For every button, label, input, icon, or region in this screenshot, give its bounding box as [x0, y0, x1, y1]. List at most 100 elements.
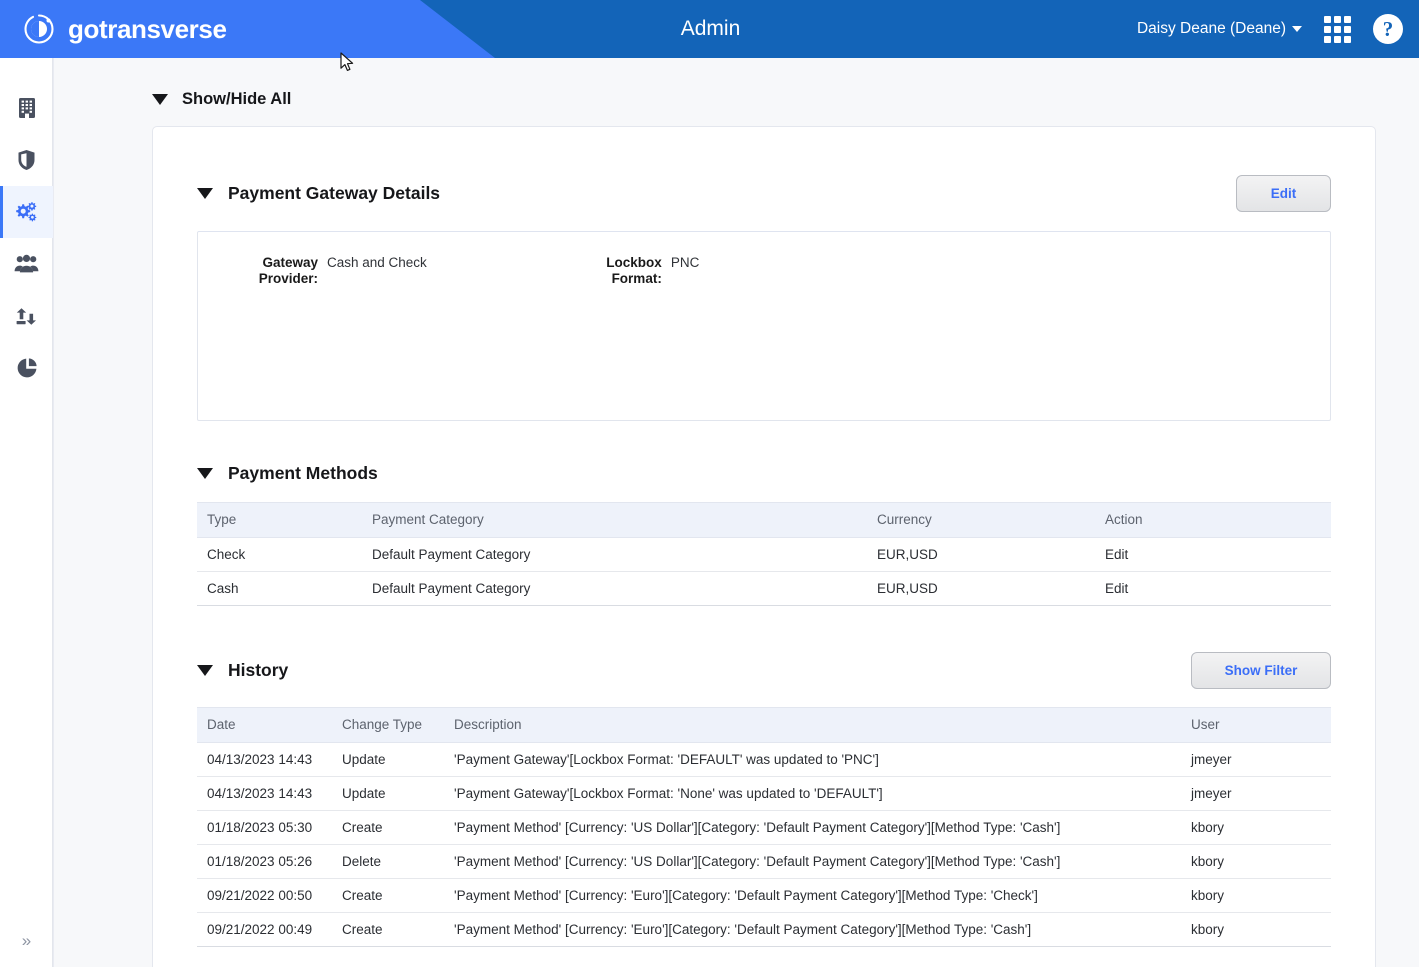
lockbox-format-label: Lockbox Format: — [606, 255, 662, 286]
column-header-currency[interactable]: Currency — [867, 502, 1095, 538]
sidebar-item-company[interactable] — [0, 82, 53, 134]
edit-gateway-button[interactable]: Edit — [1236, 175, 1331, 212]
triangle-down-icon — [197, 665, 213, 676]
payment-gateway-toggle[interactable]: Payment Gateway Details — [197, 183, 440, 204]
exchange-arrows-icon — [15, 306, 38, 327]
cell-user: kbory — [1181, 844, 1331, 879]
history-section-header: History Show Filter — [197, 606, 1331, 689]
payment-methods-body: Check Default Payment Category EUR,USD E… — [197, 537, 1331, 606]
show-filter-button[interactable]: Show Filter — [1191, 652, 1331, 689]
triangle-down-icon — [197, 468, 213, 479]
left-nav-sidebar: » — [0, 58, 53, 967]
cell-type: Check — [197, 537, 362, 572]
payment-methods-toggle[interactable]: Payment Methods — [197, 463, 378, 484]
column-header-date[interactable]: Date — [197, 707, 332, 743]
chevron-down-icon — [1292, 26, 1302, 32]
brand-name: gotransverse — [68, 13, 227, 44]
table-row: 04/13/2023 14:43 Update 'Payment Gateway… — [197, 742, 1331, 777]
users-icon — [14, 254, 39, 274]
user-menu-label: Daisy Deane (Deane) — [1136, 20, 1286, 37]
cell-user: jmeyer — [1181, 776, 1331, 811]
main-content-area: Show/Hide All Payment Gateway Details Ed… — [53, 58, 1421, 967]
table-row: 01/18/2023 05:26 Delete 'Payment Method'… — [197, 844, 1331, 879]
history-body: 04/13/2023 14:43 Update 'Payment Gateway… — [197, 742, 1331, 947]
cell-user: kbory — [1181, 810, 1331, 845]
cell-description: 'Payment Gateway'[Lockbox Format: 'None'… — [444, 776, 1181, 811]
sidebar-expand-button[interactable]: » — [0, 923, 53, 959]
lockbox-format-value: PNC — [670, 255, 700, 270]
cell-description: 'Payment Method' [Currency: 'Euro'][Cate… — [444, 912, 1181, 947]
sidebar-item-transactions[interactable] — [0, 290, 53, 342]
sidebar-item-settings[interactable] — [0, 186, 53, 238]
gateway-provider-label: Gateway Provider: — [258, 255, 318, 286]
cell-user: jmeyer — [1181, 742, 1331, 777]
cell-currency: EUR,USD — [867, 571, 1095, 606]
cell-description: 'Payment Method' [Currency: 'US Dollar']… — [444, 844, 1181, 879]
brand-logo[interactable]: gotransverse — [22, 0, 227, 58]
column-header-description[interactable]: Description — [444, 707, 1181, 743]
cell-category: Default Payment Category — [362, 537, 867, 572]
table-row: 09/21/2022 00:50 Create 'Payment Method'… — [197, 878, 1331, 913]
history-table: Date Change Type Description User 04/13/… — [197, 707, 1331, 947]
cell-date: 04/13/2023 14:43 — [197, 742, 332, 777]
triangle-down-icon — [197, 188, 213, 199]
cell-change-type: Create — [332, 810, 444, 845]
gotransverse-circle-logo-icon — [22, 12, 56, 46]
pie-chart-icon — [16, 357, 38, 379]
cell-type: Cash — [197, 571, 362, 606]
gateway-provider-value: Cash and Check — [327, 255, 427, 270]
edit-payment-method-link[interactable]: Edit — [1095, 537, 1331, 572]
sidebar-item-reports[interactable] — [0, 342, 53, 394]
payment-gateway-section-header: Payment Gateway Details Edit — [197, 127, 1331, 212]
cell-description: 'Payment Method' [Currency: 'Euro'][Cate… — [444, 878, 1181, 913]
column-header-action[interactable]: Action — [1095, 502, 1331, 538]
table-row: 01/18/2023 05:30 Create 'Payment Method'… — [197, 810, 1331, 845]
cell-date: 04/13/2023 14:43 — [197, 776, 332, 811]
cell-change-type: Create — [332, 912, 444, 947]
table-row: 04/13/2023 14:43 Update 'Payment Gateway… — [197, 776, 1331, 811]
table-row: Cash Default Payment Category EUR,USD Ed… — [197, 571, 1331, 606]
gateway-field-list: Gateway Provider: Cash and Check Lockbox… — [198, 232, 1330, 286]
cell-description: 'Payment Method' [Currency: 'US Dollar']… — [444, 810, 1181, 845]
sidebar-item-security[interactable] — [0, 134, 53, 186]
cell-date: 01/18/2023 05:30 — [197, 810, 332, 845]
cell-change-type: Update — [332, 776, 444, 811]
show-hide-all-toggle[interactable]: Show/Hide All — [152, 90, 1421, 109]
shield-icon — [17, 149, 36, 171]
history-toggle[interactable]: History — [197, 660, 288, 681]
column-header-user[interactable]: User — [1181, 707, 1331, 743]
table-header-row: Type Payment Category Currency Action — [197, 502, 1331, 538]
table-row: Check Default Payment Category EUR,USD E… — [197, 537, 1331, 572]
sidebar-item-users[interactable] — [0, 238, 53, 290]
cell-category: Default Payment Category — [362, 571, 867, 606]
cell-change-type: Create — [332, 878, 444, 913]
triangle-down-icon — [152, 94, 168, 105]
cell-date: 09/21/2022 00:49 — [197, 912, 332, 947]
cell-change-type: Update — [332, 742, 444, 777]
cell-user: kbory — [1181, 878, 1331, 913]
column-header-type[interactable]: Type — [197, 502, 362, 538]
history-title: History — [228, 660, 289, 680]
grid-apps-icon[interactable] — [1324, 15, 1351, 43]
payment-methods-table: Type Payment Category Currency Action Ch… — [197, 502, 1331, 606]
column-header-payment-category[interactable]: Payment Category — [362, 502, 867, 538]
edit-payment-method-link[interactable]: Edit — [1095, 571, 1331, 606]
help-question-icon[interactable]: ? — [1373, 14, 1403, 44]
cell-date: 09/21/2022 00:50 — [197, 878, 332, 913]
payment-methods-section-header: Payment Methods — [197, 421, 1331, 484]
gateway-details-panel: Gateway Provider: Cash and Check Lockbox… — [197, 231, 1331, 421]
header-actions: Daisy Deane (Deane) ? — [1137, 0, 1403, 58]
building-icon — [17, 97, 37, 119]
show-hide-all-label: Show/Hide All — [182, 90, 292, 108]
app-header: gotransverse Admin Daisy Deane (Deane) ? — [0, 0, 1421, 58]
cell-change-type: Delete — [332, 844, 444, 879]
field-gateway-provider: Gateway Provider: Cash and Check — [246, 254, 427, 286]
column-header-change-type[interactable]: Change Type — [332, 707, 444, 743]
payment-gateway-title: Payment Gateway Details — [228, 183, 441, 203]
cell-currency: EUR,USD — [867, 537, 1095, 572]
details-card: Payment Gateway Details Edit Gateway Pro… — [152, 126, 1376, 967]
field-lockbox-format: Lockbox Format: PNC — [599, 254, 700, 286]
user-menu-button[interactable]: Daisy Deane (Deane) — [1137, 20, 1302, 38]
gears-icon — [14, 201, 39, 223]
table-row: 09/21/2022 00:49 Create 'Payment Method'… — [197, 912, 1331, 947]
